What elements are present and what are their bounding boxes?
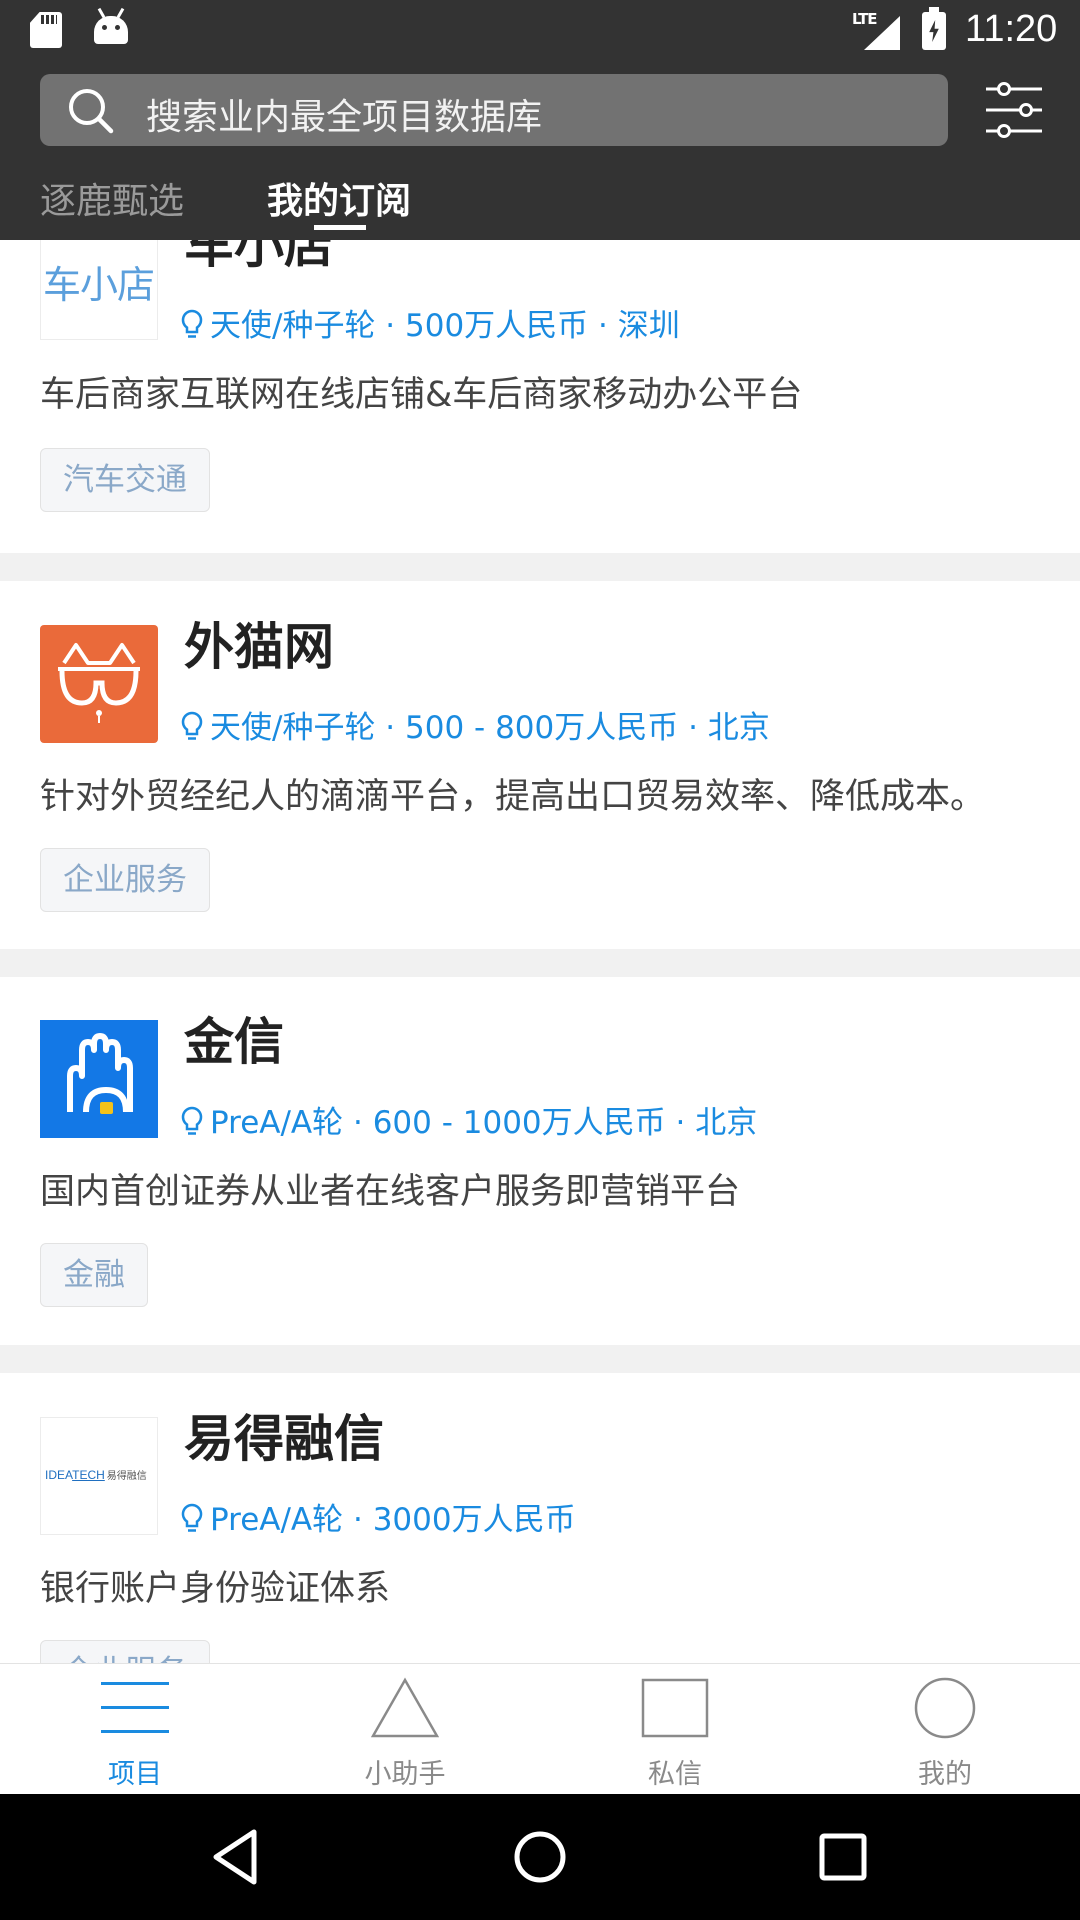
project-name: 金信 [184, 1013, 284, 1071]
nav-item-messages[interactable]: 私信 [540, 1664, 810, 1795]
project-card[interactable]: IDEATECH 易得融信 易得融信 PreA/A轮 · 3000万人民币 银行账… [0, 1373, 1080, 1663]
project-logo: 车小店 [40, 240, 158, 340]
lightbulb-icon [181, 711, 203, 740]
search-icon [69, 89, 114, 134]
triangle-icon [371, 1677, 439, 1738]
industry-tag[interactable]: 金融 [40, 1243, 148, 1307]
industry-tag[interactable]: 汽车交通 [40, 448, 210, 512]
nav-item-projects[interactable]: 项目 [0, 1664, 270, 1795]
project-description: 银行账户身份验证体系 [40, 1569, 391, 1609]
app-header: LTE 11:20 搜索业内最全项目数据库 逐鹿甄选 我的订阅 [0, 0, 1080, 240]
logo-text: 车小店 [43, 263, 155, 307]
back-icon[interactable] [204, 1824, 270, 1890]
industry-tag[interactable]: 企业服务 [40, 848, 210, 912]
logo-wordmark: IDEATECH 易得融信 [45, 1467, 147, 1482]
logo-text-idea: IDEA [45, 1468, 73, 1482]
circle-icon [914, 1677, 976, 1739]
recents-icon[interactable] [810, 1824, 876, 1890]
funding-text: 天使/种子轮 · 500万人民币 · 深圳 [210, 308, 680, 344]
home-icon[interactable] [507, 1824, 573, 1890]
battery-charging-icon [922, 7, 946, 50]
project-list[interactable]: 车小店 车小店 天使/种子轮 · 500万人民币 · 深圳 车后商家互联网在线店… [0, 240, 1080, 1663]
square-icon [641, 1678, 709, 1738]
project-description: 针对外贸经纪人的滴滴平台，提高出口贸易效率、降低成本。 [40, 777, 986, 817]
nav-label: 私信 [648, 1759, 702, 1790]
card-separator [0, 553, 1080, 581]
nav-item-profile[interactable]: 我的 [810, 1664, 1080, 1795]
nav-label: 我的 [918, 1759, 972, 1790]
project-funding-meta: 天使/种子轮 · 500万人民币 · 深圳 [180, 309, 680, 342]
logo-text-cn: 易得融信 [106, 1471, 147, 1482]
funding-text: 天使/种子轮 · 500 - 800万人民币 · 北京 [210, 710, 770, 746]
system-nav-bar [0, 1794, 1080, 1920]
sd-card-icon [30, 12, 62, 48]
project-card[interactable]: 金信 PreA/A轮 · 600 - 1000万人民币 · 北京 国内首创证券从… [0, 977, 1080, 1345]
search-input[interactable]: 搜索业内最全项目数据库 [40, 74, 948, 146]
bottom-nav: 项目 小助手 私信 我的 [0, 1663, 1080, 1795]
lightbulb-icon [181, 1503, 203, 1532]
tab-featured[interactable]: 逐鹿甄选 [40, 172, 184, 224]
nav-label: 项目 [108, 1759, 162, 1790]
lightbulb-icon [181, 309, 203, 338]
tab-my-subscription[interactable]: 我的订阅 [267, 172, 411, 224]
status-bar: LTE 11:20 [0, 0, 1080, 66]
project-card[interactable]: 外猫网 天使/种子轮 · 500 - 800万人民币 · 北京 针对外贸经纪人的… [0, 581, 1080, 949]
project-logo [40, 625, 158, 743]
card-separator [0, 1345, 1080, 1373]
funding-text: PreA/A轮 · 3000万人民币 [210, 1502, 576, 1538]
status-time: 11:20 [965, 8, 1058, 50]
project-card[interactable]: 车小店 车小店 天使/种子轮 · 500万人民币 · 深圳 车后商家互联网在线店… [0, 240, 1080, 553]
project-name: 车小店 [184, 240, 334, 274]
filter-settings-icon[interactable] [982, 78, 1046, 142]
hand-logo-icon [67, 1033, 133, 1114]
project-logo: IDEATECH 易得融信 [40, 1417, 158, 1535]
lightbulb-icon [181, 1106, 203, 1135]
card-separator [0, 949, 1080, 977]
project-name: 易得融信 [184, 1410, 384, 1468]
funding-text: PreA/A轮 · 600 - 1000万人民币 · 北京 [210, 1105, 758, 1141]
cat-glasses-logo-icon [58, 643, 140, 723]
nav-label: 小助手 [364, 1759, 446, 1790]
project-logo [40, 1020, 158, 1138]
active-tab-indicator [314, 225, 366, 230]
project-funding-meta: 天使/种子轮 · 500 - 800万人民币 · 北京 [180, 711, 770, 744]
logo-text-tech: TECH [72, 1468, 105, 1482]
network-type-label: LTE [852, 10, 878, 28]
industry-tag[interactable]: 企业服务 [40, 1640, 210, 1663]
search-placeholder: 搜索业内最全项目数据库 [146, 97, 543, 138]
android-icon [94, 16, 128, 44]
nav-item-assistant[interactable]: 小助手 [270, 1664, 540, 1795]
project-funding-meta: PreA/A轮 · 600 - 1000万人民币 · 北京 [180, 1106, 757, 1139]
project-funding-meta: PreA/A轮 · 3000万人民币 [180, 1503, 576, 1536]
project-name: 外猫网 [184, 618, 334, 676]
project-description: 车后商家互联网在线店铺&车后商家移动办公平台 [40, 375, 803, 415]
project-description: 国内首创证券从业者在线客户服务即营销平台 [40, 1172, 741, 1212]
menu-icon [101, 1682, 169, 1733]
